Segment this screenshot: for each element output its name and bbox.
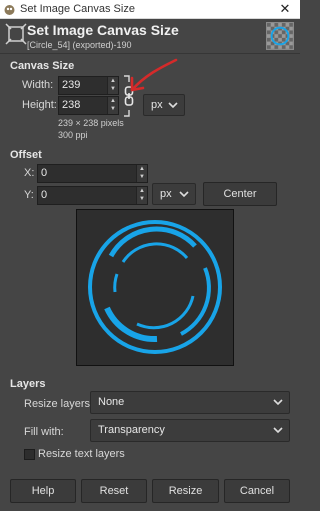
increment-icon[interactable]: ▲ bbox=[108, 97, 118, 105]
height-stepper[interactable]: ▲ ▼ bbox=[107, 97, 118, 114]
chevron-down-icon bbox=[273, 399, 283, 406]
fill-with-label: Fill with: bbox=[24, 426, 64, 438]
canvas-size-icon bbox=[5, 23, 27, 45]
offset-unit-select[interactable]: px bbox=[152, 183, 196, 205]
offset-x-field[interactable]: 0 ▲ ▼ bbox=[37, 164, 148, 183]
offset-section-title: Offset bbox=[10, 149, 42, 161]
increment-icon[interactable]: ▲ bbox=[137, 187, 147, 195]
canvas-unit-select[interactable]: px bbox=[143, 94, 185, 116]
size-info-pixels: 239 × 238 pixels bbox=[58, 118, 124, 128]
window-titlebar: Set Image Canvas Size ✕ bbox=[0, 0, 300, 19]
decrement-icon[interactable]: ▼ bbox=[108, 105, 118, 113]
width-value: 239 bbox=[62, 79, 81, 91]
offset-x-stepper[interactable]: ▲ ▼ bbox=[136, 165, 147, 182]
offset-unit-value: px bbox=[160, 188, 172, 200]
fill-with-select[interactable]: Transparency bbox=[90, 419, 290, 442]
decrement-icon[interactable]: ▼ bbox=[137, 195, 147, 203]
size-info-ppi: 300 ppi bbox=[58, 130, 88, 140]
gimp-icon bbox=[4, 5, 15, 15]
window-title: Set Image Canvas Size bbox=[20, 3, 135, 15]
layers-section-title: Layers bbox=[10, 378, 46, 390]
width-stepper[interactable]: ▲ ▼ bbox=[107, 77, 118, 94]
chevron-down-icon bbox=[273, 427, 283, 434]
decrement-icon[interactable]: ▼ bbox=[137, 173, 147, 181]
offset-x-value: 0 bbox=[41, 167, 48, 179]
height-value: 238 bbox=[62, 99, 81, 111]
offset-y-stepper[interactable]: ▲ ▼ bbox=[136, 187, 147, 204]
header-divider bbox=[0, 53, 300, 54]
height-label: Height: bbox=[22, 99, 57, 111]
reset-button[interactable]: Reset bbox=[81, 479, 147, 503]
width-field[interactable]: 239 ▲ ▼ bbox=[58, 76, 119, 95]
offset-y-field[interactable]: 0 ▲ ▼ bbox=[37, 186, 148, 205]
offset-y-label: Y: bbox=[24, 189, 34, 201]
close-icon[interactable]: ✕ bbox=[270, 0, 300, 19]
canvas-preview[interactable] bbox=[76, 209, 234, 366]
dialog-header: Set Image Canvas Size [Circle_54] (expor… bbox=[0, 19, 300, 53]
dialog-title: Set Image Canvas Size bbox=[27, 22, 179, 38]
resize-layers-select[interactable]: None bbox=[90, 391, 290, 414]
decrement-icon[interactable]: ▼ bbox=[108, 85, 118, 93]
offset-x-label: X: bbox=[24, 167, 35, 179]
offset-y-value: 0 bbox=[41, 189, 48, 201]
width-label: Width: bbox=[22, 79, 54, 91]
cancel-button[interactable]: Cancel bbox=[224, 479, 290, 503]
resize-button[interactable]: Resize bbox=[152, 479, 219, 503]
height-field[interactable]: 238 ▲ ▼ bbox=[58, 96, 119, 115]
resize-text-layers-checkbox[interactable] bbox=[24, 449, 35, 460]
fill-with-value: Transparency bbox=[98, 424, 165, 436]
increment-icon[interactable]: ▲ bbox=[108, 77, 118, 85]
resize-layers-label: Resize layers: bbox=[24, 398, 94, 410]
increment-icon[interactable]: ▲ bbox=[137, 165, 147, 173]
help-button[interactable]: Help bbox=[10, 479, 76, 503]
chevron-down-icon bbox=[179, 191, 189, 198]
preview-image bbox=[88, 220, 222, 354]
dialog-subtitle: [Circle_54] (exported)-190 bbox=[27, 40, 132, 50]
resize-layers-value: None bbox=[98, 396, 125, 408]
canvas-size-section-title: Canvas Size bbox=[10, 60, 75, 72]
canvas-unit-value: px bbox=[151, 99, 163, 111]
image-thumbnail bbox=[266, 22, 294, 50]
chevron-down-icon bbox=[168, 102, 178, 109]
center-button[interactable]: Center bbox=[203, 182, 277, 206]
resize-text-layers-label[interactable]: Resize text layers bbox=[38, 448, 125, 460]
